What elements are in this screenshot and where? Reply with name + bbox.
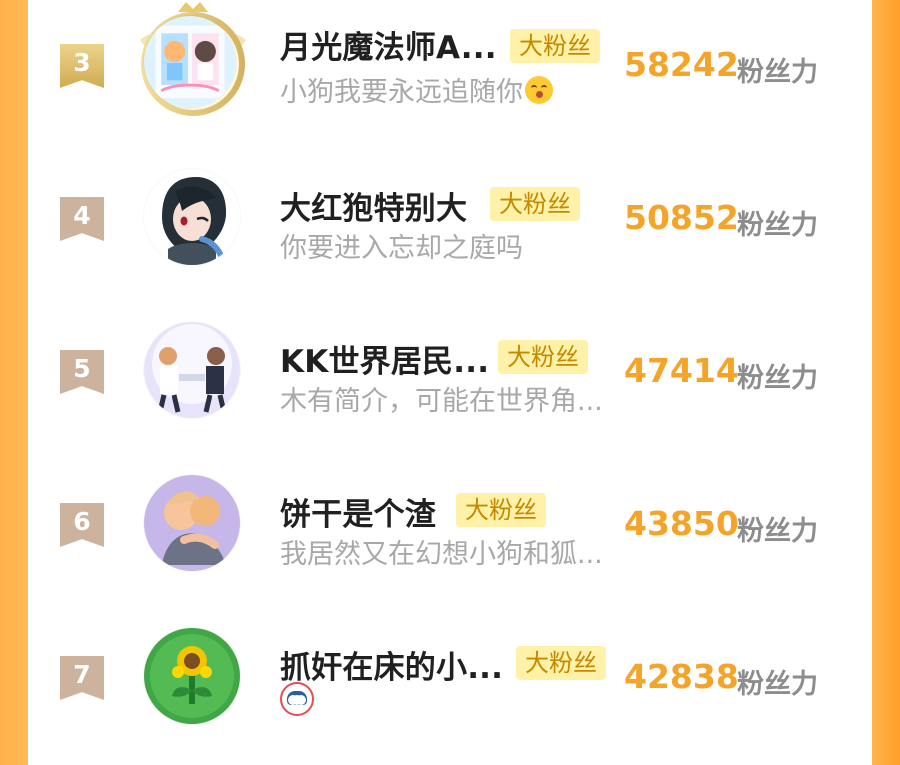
fan-name[interactable]: 大红狍特别大: [280, 183, 467, 228]
score-unit-label: 粉丝力: [737, 669, 818, 700]
list-item[interactable]: 6 饼干是个渣 大粉丝 我居然又在幻想小狗和狐... 43850 粉丝力: [28, 459, 872, 612]
app-logo-icon: [280, 682, 314, 716]
fan-badge: 大粉丝: [516, 646, 606, 680]
avatar[interactable]: [144, 16, 236, 108]
list-item[interactable]: 3 月光魔法师A... 大粉丝 小狗我要永远追随你 58242 粉丝力: [28, 0, 872, 153]
fan-score: 43850: [624, 504, 739, 543]
fan-intro-text: 小狗我要永远追随你: [280, 77, 523, 108]
fan-badge: 大粉丝: [490, 187, 580, 221]
fan-name[interactable]: KK世界居民...: [280, 336, 489, 381]
rank-badge: 6: [60, 503, 104, 547]
rank-badge: 3: [60, 44, 104, 88]
fan-score: 42838: [624, 657, 739, 696]
fan-badge: 大粉丝: [498, 340, 588, 374]
list-item[interactable]: 5 KK世界居民... 大粉丝 木有简介，可能在世界角... 47414 粉丝力: [28, 306, 872, 459]
fan-intro: 小狗我要永远追随你: [280, 70, 553, 109]
avatar[interactable]: [144, 169, 240, 265]
score-unit-label: 粉丝力: [737, 57, 818, 88]
kiss-emoji-icon: [525, 76, 553, 104]
score-unit-label: 粉丝力: [737, 363, 818, 394]
fan-name[interactable]: 月光魔法师A...: [280, 22, 497, 67]
fan-score: 50852: [624, 198, 739, 237]
rank-badge: 4: [60, 197, 104, 241]
score-unit-label: 粉丝力: [737, 516, 818, 547]
fan-intro: 木有简介，可能在世界角...: [280, 386, 603, 417]
score-unit-label: 粉丝力: [737, 210, 818, 241]
fan-score: 58242: [624, 45, 739, 84]
fan-score: 47414: [624, 351, 739, 390]
avatar[interactable]: [144, 475, 240, 571]
fan-name[interactable]: 抓奸在床的小...: [280, 642, 503, 687]
fan-intro: 你要进入忘却之庭吗: [280, 233, 523, 264]
avatar[interactable]: [144, 322, 240, 418]
list-item[interactable]: 7 抓奸在床的小... 大粉丝 42838 粉丝力: [28, 612, 872, 765]
fan-badge: 大粉丝: [456, 493, 546, 527]
fan-name[interactable]: 饼干是个渣: [280, 489, 436, 534]
fan-ranking-list: 3 月光魔法师A... 大粉丝 小狗我要永远追随你 58242 粉丝力 4 大红…: [28, 0, 872, 724]
avatar[interactable]: [144, 628, 240, 724]
fan-badge: 大粉丝: [510, 29, 600, 63]
list-item[interactable]: 4 大红狍特别大 大粉丝 你要进入忘却之庭吗 50852 粉丝力: [28, 153, 872, 306]
rank-badge: 5: [60, 350, 104, 394]
rank-badge: 7: [60, 656, 104, 700]
fan-intro: 我居然又在幻想小狗和狐...: [280, 539, 603, 570]
